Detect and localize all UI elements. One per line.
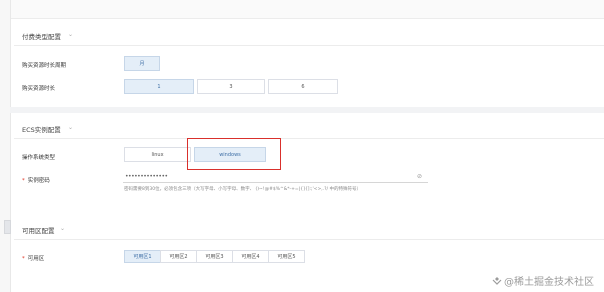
divider bbox=[14, 45, 604, 46]
zone-option-5[interactable]: 可用区5 bbox=[268, 250, 305, 263]
password-input[interactable]: •••••••••••••• bbox=[123, 173, 428, 183]
zone-option-2[interactable]: 可用区2 bbox=[160, 250, 197, 263]
watermark: @稀土掘金技术社区 bbox=[492, 273, 594, 288]
chevron-down-icon[interactable]: ⌄ bbox=[60, 225, 65, 232]
zone-label-text: 可用区 bbox=[27, 256, 45, 262]
chevron-down-icon[interactable]: ⌄ bbox=[68, 31, 73, 38]
chevron-down-icon[interactable]: ⌄ bbox=[68, 124, 73, 131]
zone-option-group: 可用区1 可用区2 可用区3 可用区4 可用区5 bbox=[124, 250, 305, 263]
az-section-title: 可用区配置 bbox=[22, 227, 55, 235]
juejin-logo-icon bbox=[492, 277, 502, 285]
zone-label: * 可用区 bbox=[22, 254, 44, 262]
side-collapse-handle[interactable] bbox=[4, 220, 11, 234]
top-header-bar bbox=[0, 0, 604, 19]
ecs-section-title: ECS实例配置 bbox=[22, 126, 61, 134]
duration-option-1[interactable]: 1 bbox=[124, 79, 194, 94]
duration-option-3[interactable]: 3 bbox=[197, 79, 265, 94]
section-separator bbox=[10, 107, 604, 113]
divider bbox=[14, 138, 604, 139]
zone-option-4[interactable]: 可用区4 bbox=[232, 250, 269, 263]
zone-option-3[interactable]: 可用区3 bbox=[196, 250, 233, 263]
required-marker: * bbox=[22, 256, 25, 262]
duration-label: 购买资源时长 bbox=[22, 86, 56, 92]
duration-option-6[interactable]: 6 bbox=[268, 79, 338, 94]
billing-section-title: 付费类型配置 bbox=[22, 33, 61, 41]
zone-option-1[interactable]: 可用区1 bbox=[124, 250, 161, 263]
highlight-annotation-box bbox=[187, 138, 281, 170]
watermark-text: @稀土掘金技术社区 bbox=[504, 277, 594, 288]
divider bbox=[14, 239, 604, 240]
duration-unit-label: 购买资源时长周期 bbox=[22, 63, 67, 69]
duration-unit-option-month[interactable]: 月 bbox=[124, 56, 160, 71]
os-option-linux[interactable]: linux bbox=[124, 147, 191, 162]
password-label: * 实例密码 bbox=[22, 176, 50, 184]
eye-icon[interactable]: ⊘ bbox=[417, 173, 422, 180]
os-type-label: 操作系统类型 bbox=[22, 155, 56, 161]
left-side-rail bbox=[0, 0, 11, 292]
required-marker: * bbox=[22, 178, 25, 184]
password-hint: 密码需要8到30位，必须包含三项（大写字母、小写字母、数字、 ()~!@#$%^… bbox=[124, 187, 361, 192]
password-label-text: 实例密码 bbox=[27, 178, 50, 184]
